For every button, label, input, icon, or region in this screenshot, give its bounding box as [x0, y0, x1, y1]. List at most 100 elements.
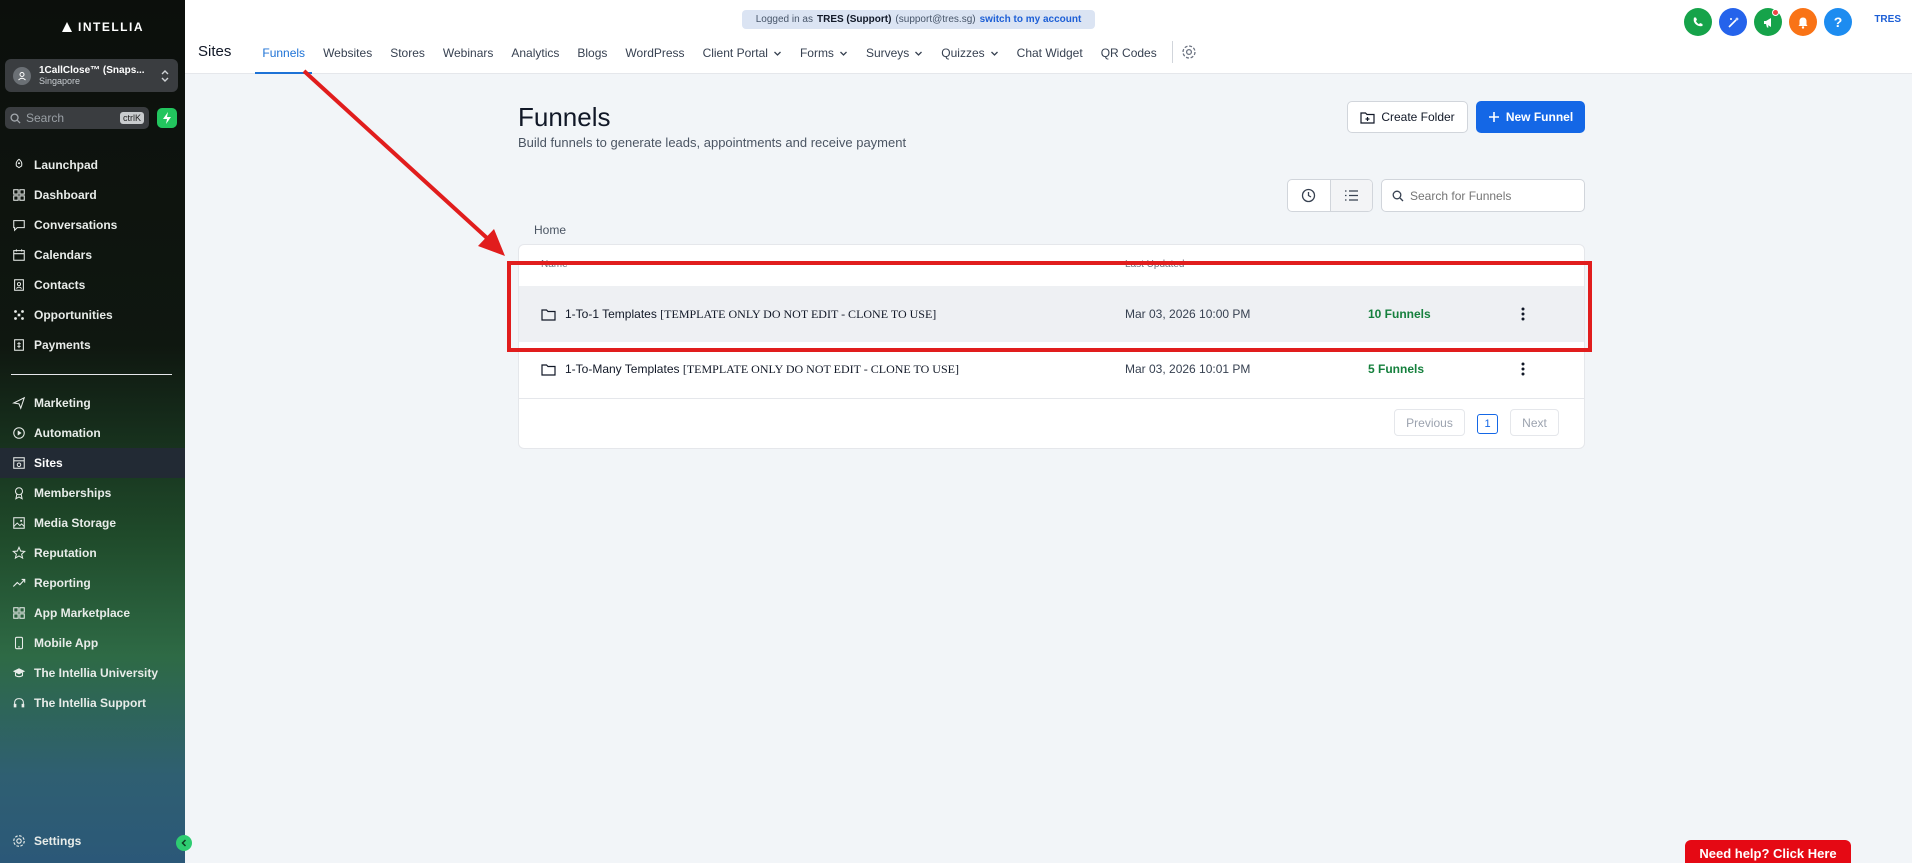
tab-label: Funnels [262, 46, 306, 60]
tab-websites[interactable]: Websites [316, 40, 379, 74]
sidebar-item-label: The Intellia University [34, 666, 159, 680]
tab-forms[interactable]: Forms [793, 40, 855, 74]
tab-label: Chat Widget [1016, 46, 1083, 60]
gear-icon [1182, 45, 1196, 59]
chevron-down-icon [915, 51, 923, 56]
funnel-search[interactable] [1381, 179, 1585, 212]
calendar-icon [13, 249, 25, 261]
sidebar-item-label: Contacts [34, 278, 86, 292]
pagination: Previous 1 Next [519, 409, 1584, 436]
sidebar-item-label: The Intellia Support [34, 696, 147, 710]
switch-account-link[interactable]: switch to my account [980, 14, 1082, 25]
sidebar-item-launchpad[interactable]: Launchpad [0, 150, 185, 180]
logo-icon [62, 22, 72, 32]
more-vertical-icon [1521, 362, 1525, 376]
sidebar-item-reputation[interactable]: Reputation [0, 538, 185, 568]
tab-funnels[interactable]: Funnels [255, 40, 313, 74]
sidebar-item-automation[interactable]: Automation [0, 418, 185, 448]
rocket-icon [15, 158, 23, 169]
tab-analytics[interactable]: Analytics [504, 40, 566, 74]
tab-label: Quizzes [941, 46, 985, 60]
grid-icon [13, 189, 25, 201]
sidebar-item-mobile-app[interactable]: Mobile App [0, 628, 185, 658]
sidebar: INTELLIA 1CallClose™ (Snaps... Singapore… [0, 0, 192, 863]
current-page[interactable]: 1 [1477, 414, 1498, 434]
sidebar-item-label: Mobile App [34, 636, 99, 650]
tab-webinars[interactable]: Webinars [436, 40, 500, 74]
sidebar-item-dashboard[interactable]: Dashboard [0, 180, 185, 210]
tab-wordpress[interactable]: WordPress [618, 40, 691, 74]
announcements-button[interactable] [1754, 8, 1782, 36]
sidebar-item-payments[interactable]: Payments [0, 330, 185, 360]
funnel-search-input[interactable] [1410, 188, 1580, 203]
tab-qr-codes[interactable]: QR Codes [1094, 40, 1164, 74]
recent-view-button[interactable] [1288, 180, 1330, 211]
phone-icon [14, 636, 24, 650]
row-menu-button[interactable] [1513, 359, 1533, 379]
tab-label: QR Codes [1100, 46, 1157, 60]
logo-text: INTELLIA [78, 20, 144, 34]
account-switcher[interactable]: 1CallClose™ (Snaps... Singapore [5, 59, 178, 92]
tab-label: Blogs [577, 46, 608, 60]
sidebar-nav-primary: Launchpad Dashboard Conversations Calendars… [0, 150, 185, 360]
sidebar-item-contacts[interactable]: Contacts [0, 270, 185, 300]
bell-icon [1798, 17, 1808, 29]
banner-prefix: Logged in as [755, 14, 813, 25]
tab-label: Analytics [511, 46, 560, 60]
sidebar-item-opportunities[interactable]: Opportunities [0, 300, 185, 330]
need-help-button[interactable]: Need help? Click Here [1685, 840, 1851, 863]
sidebar-item-memberships[interactable]: Memberships [0, 478, 185, 508]
sidebar-collapse-button[interactable] [176, 835, 192, 851]
tab-quizzes[interactable]: Quizzes [934, 40, 1005, 74]
list-icon [1344, 190, 1358, 201]
tab-label: Websites [323, 46, 373, 60]
headset-icon [13, 698, 25, 708]
sites-settings-button[interactable] [1181, 44, 1197, 70]
list-view-button[interactable] [1329, 180, 1372, 211]
next-page-button[interactable]: Next [1510, 409, 1559, 436]
sidebar-item-sites[interactable]: Sites [0, 448, 185, 478]
folder-plus-icon [1360, 111, 1375, 124]
sidebar-item-label: Sites [34, 456, 63, 470]
breadcrumb[interactable]: Home [534, 223, 566, 237]
graduation-icon [12, 668, 26, 678]
tab-stores[interactable]: Stores [383, 40, 432, 74]
tab-chat-widget[interactable]: Chat Widget [1010, 40, 1090, 74]
sidebar-item-media-storage[interactable]: Media Storage [0, 508, 185, 538]
new-funnel-button[interactable]: New Funnel [1476, 101, 1585, 133]
sidebar-item-reporting[interactable]: Reporting [0, 568, 185, 598]
tab-client-portal[interactable]: Client Portal [696, 40, 789, 74]
tab-surveys[interactable]: Surveys [859, 40, 930, 74]
sidebar-item-app-marketplace[interactable]: App Marketplace [0, 598, 185, 628]
notifications-button[interactable] [1789, 8, 1817, 36]
phone-button[interactable] [1684, 8, 1712, 36]
top-header: Logged in as TRES (Support) (support@tre… [185, 0, 1912, 74]
logo[interactable]: INTELLIA [60, 20, 144, 34]
quick-add-button[interactable] [157, 108, 177, 128]
sidebar-item-calendars[interactable]: Calendars [0, 240, 185, 270]
user-initials[interactable]: TRES [1874, 14, 1901, 25]
impersonation-banner: Logged in as TRES (Support) (support@tre… [742, 10, 1095, 29]
new-funnel-label: New Funnel [1505, 110, 1574, 124]
chevron-down-icon [773, 51, 781, 56]
tab-label: Surveys [865, 46, 910, 60]
sidebar-item-marketing[interactable]: Marketing [0, 388, 185, 418]
row-count[interactable]: 5 Funnels [1368, 362, 1424, 376]
sidebar-item-the-intellia-university[interactable]: The Intellia University [0, 658, 185, 688]
sidebar-search[interactable]: Search ctrlK [5, 107, 149, 129]
sidebar-item-the-intellia-support[interactable]: The Intellia Support [0, 688, 185, 718]
sidebar-item-conversations[interactable]: Conversations [0, 210, 185, 240]
magic-button[interactable] [1719, 8, 1747, 36]
account-location: Singapore [39, 75, 81, 86]
tab-label: Stores [390, 46, 425, 60]
sidebar-item-settings[interactable]: Settings [0, 826, 175, 856]
sidebar-item-label: Opportunities [34, 308, 113, 322]
chevron-down-icon [990, 51, 998, 56]
previous-page-button[interactable]: Previous [1394, 409, 1465, 436]
tab-blogs[interactable]: Blogs [570, 40, 614, 74]
search-shortcut: ctrlK [120, 112, 144, 124]
help-button[interactable]: ? [1824, 8, 1852, 36]
row-tag: [TEMPLATE ONLY DO NOT EDIT - CLONE TO US… [682, 361, 959, 376]
bolt-icon [163, 112, 171, 124]
create-folder-button[interactable]: Create Folder [1347, 101, 1468, 133]
